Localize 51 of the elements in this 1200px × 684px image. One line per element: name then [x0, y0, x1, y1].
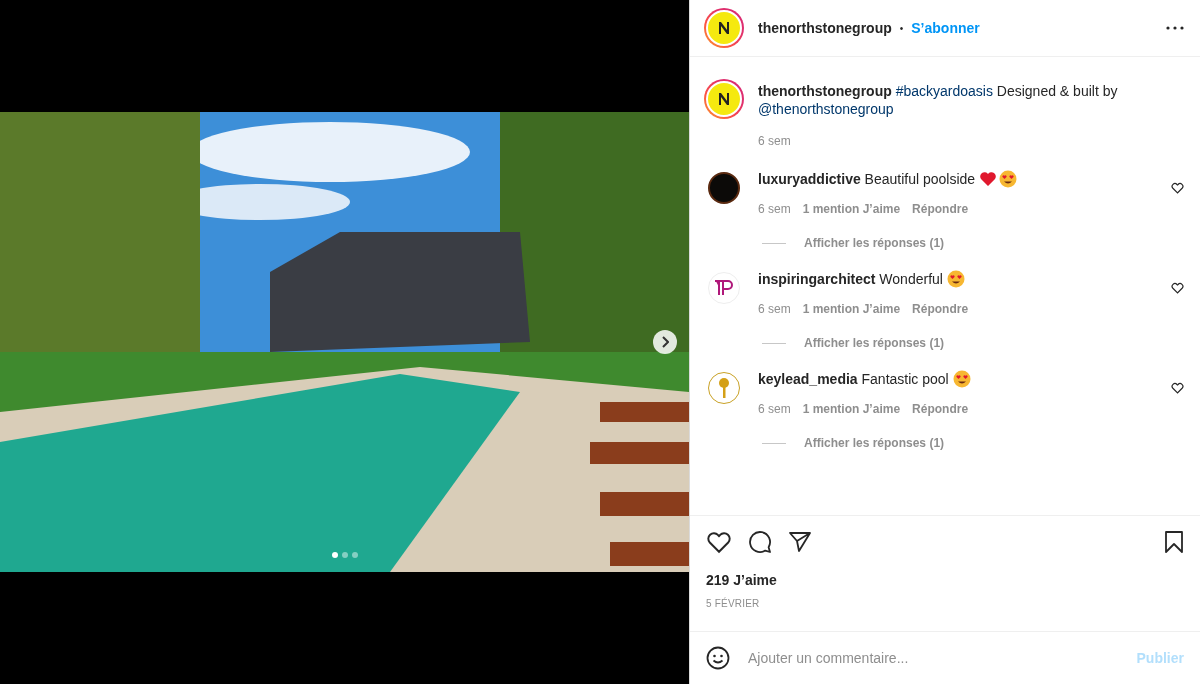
- heart-eyes-emoji-icon: [999, 170, 1018, 188]
- tag-link[interactable]: #backyardoasis: [895, 83, 993, 99]
- comment-time: 6 sem: [758, 202, 791, 216]
- post-time: 6 sem: [758, 134, 791, 148]
- brand-avatar[interactable]: [704, 8, 744, 48]
- comment-time: 6 sem: [758, 302, 791, 316]
- likes-count[interactable]: 219 J’aime: [706, 572, 1184, 588]
- key-icon: [718, 377, 730, 399]
- carousel-dot[interactable]: [341, 552, 348, 558]
- comment-time: 6 sem: [758, 402, 791, 416]
- username-link[interactable]: luxuryaddictive: [758, 171, 861, 187]
- view-replies-button[interactable]: Afficher les réponses (1): [804, 336, 945, 350]
- comment-text: keylead_media Fantastic pool: [758, 370, 949, 388]
- comment-text: inspiringarchitect Wonderful: [758, 270, 943, 288]
- comment-icon[interactable]: [748, 530, 772, 554]
- tag-link[interactable]: @thenorthstonegroup: [758, 101, 894, 117]
- more-options-icon[interactable]: [1166, 26, 1184, 30]
- likes-count-button[interactable]: 1 mention J’aime: [802, 402, 901, 416]
- likes-count-button[interactable]: 1 mention J’aime: [802, 302, 901, 316]
- heart-eyes-emoji-icon: [952, 370, 971, 388]
- view-replies-button[interactable]: Afficher les réponses (1): [804, 436, 945, 450]
- carousel-dot[interactable]: [331, 552, 338, 558]
- heart-icon[interactable]: [706, 530, 732, 554]
- heart-emoji-icon: [979, 171, 998, 187]
- share-icon[interactable]: [788, 531, 812, 553]
- heart-eyes-emoji-icon: [946, 270, 965, 288]
- reply-button[interactable]: Répondre: [912, 302, 969, 316]
- follow-link[interactable]: S’abonner: [911, 20, 980, 36]
- separator-dot: •: [899, 22, 904, 34]
- caption-text: thenorthstonegroup #backyardoasis Designed & built by @thenorthstonegroup: [758, 82, 1119, 118]
- user-avatar[interactable]: [708, 172, 740, 204]
- chevron-right-icon: [661, 336, 669, 348]
- username-link[interactable]: thenorthstonegroup: [758, 20, 892, 36]
- letter-n-logo-icon: [706, 81, 742, 117]
- heart-icon[interactable]: [1171, 182, 1184, 194]
- username-link[interactable]: inspiringarchitect: [758, 271, 876, 287]
- comment-text: luxuryaddictive Beautiful poolside: [758, 170, 976, 188]
- likes-count-button[interactable]: 1 mention J’aime: [802, 202, 901, 216]
- username-link[interactable]: keylead_media: [758, 371, 858, 387]
- reply-button[interactable]: Répondre: [912, 402, 969, 416]
- brand-avatar[interactable]: [704, 79, 744, 119]
- username-link[interactable]: thenorthstonegroup: [758, 83, 892, 99]
- reply-button[interactable]: Répondre: [912, 202, 969, 216]
- view-replies-button[interactable]: Afficher les réponses (1): [804, 236, 945, 250]
- letter-n-logo-icon: [706, 10, 742, 46]
- post-date: 5 FÉVRIER: [706, 598, 761, 609]
- heart-icon[interactable]: [1171, 282, 1184, 294]
- heart-icon[interactable]: [1171, 382, 1184, 394]
- carousel-dot[interactable]: [351, 552, 358, 558]
- bookmark-icon[interactable]: [1164, 531, 1184, 553]
- smiley-icon[interactable]: [706, 646, 730, 670]
